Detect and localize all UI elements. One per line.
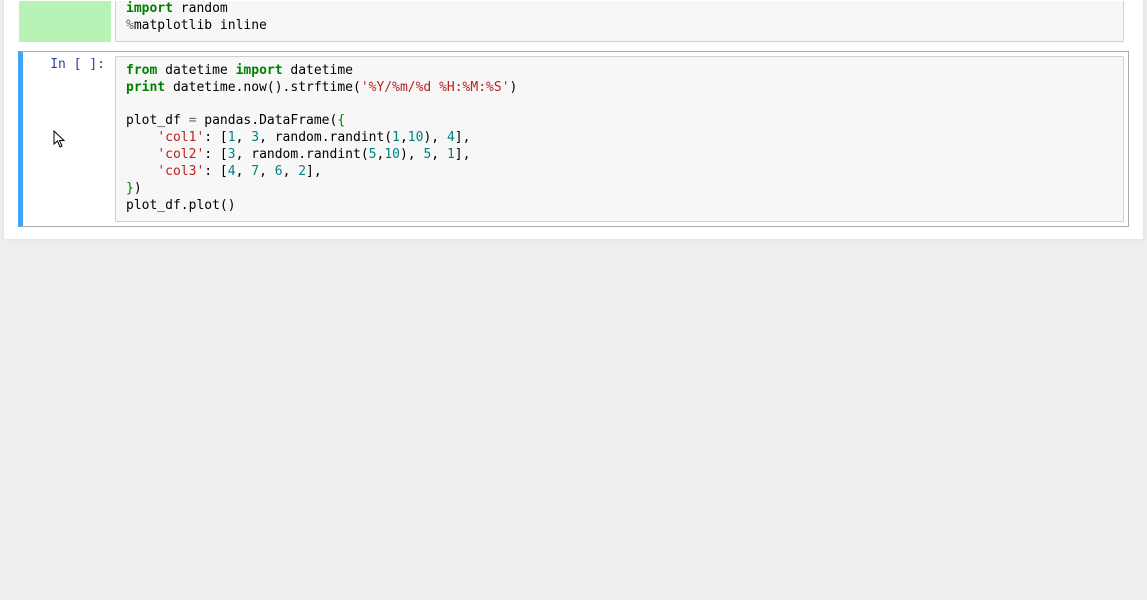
indent [126, 130, 157, 145]
code-text: , random.randint( [259, 130, 392, 145]
code-text: pandas.DataFrame( [196, 113, 337, 128]
number: 4 [447, 130, 455, 145]
cell-input-1[interactable]: import random %matplotlib inline [115, 1, 1124, 42]
cell-input-wrapper-2: from datetime import datetime print date… [111, 52, 1128, 226]
keyword-import: import [236, 63, 283, 78]
cell-input-2[interactable]: from datetime import datetime print date… [115, 56, 1124, 222]
indent [126, 147, 157, 162]
code-text: , [431, 147, 447, 162]
code-text: datetime.now().strftime( [165, 80, 361, 95]
string-literal: 'col3' [157, 164, 204, 179]
code-text: ) [510, 80, 518, 95]
code-text: datetime [283, 63, 353, 78]
code-text: random [173, 1, 228, 16]
brace: } [126, 181, 134, 196]
number: 10 [384, 147, 400, 162]
code-text: : [ [204, 130, 227, 145]
code-text: ], [306, 164, 322, 179]
cell-prompt-2: In [ ]: [23, 52, 111, 226]
code-text: : [ [204, 147, 227, 162]
cell-input-wrapper-1: import random %matplotlib inline [111, 1, 1128, 42]
number: 3 [251, 130, 259, 145]
code-text: ], [455, 147, 471, 162]
keyword-from: from [126, 63, 157, 78]
code-text: ], [455, 130, 471, 145]
code-text: ) [134, 181, 142, 196]
code-cell-2[interactable]: In [ ]: from datetime import datetime pr… [18, 51, 1129, 227]
string-literal: 'col1' [157, 130, 204, 145]
number: 2 [298, 164, 306, 179]
code-text: , [400, 130, 408, 145]
string-literal: 'col2' [157, 147, 204, 162]
code-cell-1[interactable]: import random %matplotlib inline [18, 0, 1129, 43]
keyword-print: print [126, 80, 165, 95]
number: 1 [228, 130, 236, 145]
number: 10 [408, 130, 424, 145]
number: 3 [228, 147, 236, 162]
code-text: , [259, 164, 275, 179]
code-text: , [236, 130, 252, 145]
number: 4 [228, 164, 236, 179]
code-text: , random.randint( [236, 147, 369, 162]
keyword-import: import [126, 1, 173, 16]
brace: { [337, 113, 345, 128]
number: 7 [251, 164, 259, 179]
code-text: matplotlib inline [134, 18, 267, 33]
code-text: plot_df [126, 113, 189, 128]
code-text: , [283, 164, 299, 179]
indent [126, 164, 157, 179]
code-text: ), [400, 147, 423, 162]
notebook-container: import random %matplotlib inline In [ ]:… [4, 0, 1143, 239]
cell-prompt-1 [19, 1, 111, 42]
magic-percent: % [126, 18, 134, 33]
string-literal: '%Y/%m/%d %H:%M:%S' [361, 80, 510, 95]
code-text: : [ [204, 164, 227, 179]
code-text: plot_df.plot() [126, 198, 236, 213]
code-text: ), [423, 130, 446, 145]
code-text: datetime [157, 63, 235, 78]
number: 1 [392, 130, 400, 145]
number: 1 [447, 147, 455, 162]
number: 6 [275, 164, 283, 179]
code-text: , [236, 164, 252, 179]
